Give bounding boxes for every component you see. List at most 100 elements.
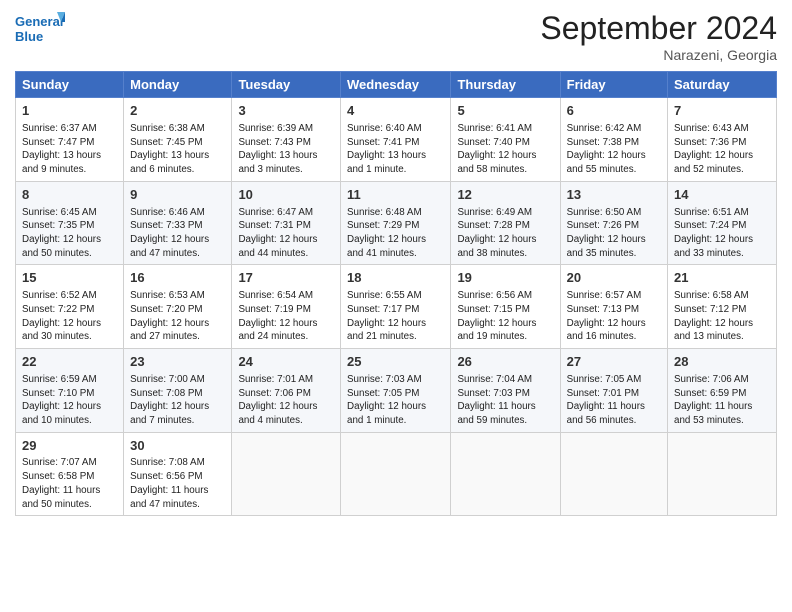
day-number: 22 (22, 353, 117, 372)
calendar-cell: 18Sunrise: 6:55 AM Sunset: 7:17 PM Dayli… (341, 265, 451, 349)
day-info: Sunrise: 6:48 AM Sunset: 7:29 PM Dayligh… (347, 206, 444, 261)
calendar-cell (560, 432, 667, 516)
day-number: 1 (22, 102, 117, 121)
day-number: 23 (130, 353, 225, 372)
day-info: Sunrise: 6:43 AM Sunset: 7:36 PM Dayligh… (674, 122, 770, 177)
day-number: 4 (347, 102, 444, 121)
calendar-cell: 25Sunrise: 7:03 AM Sunset: 7:05 PM Dayli… (341, 348, 451, 432)
day-info: Sunrise: 6:53 AM Sunset: 7:20 PM Dayligh… (130, 289, 225, 344)
day-info: Sunrise: 6:41 AM Sunset: 7:40 PM Dayligh… (457, 122, 553, 177)
day-number: 2 (130, 102, 225, 121)
calendar-cell: 26Sunrise: 7:04 AM Sunset: 7:03 PM Dayli… (451, 348, 560, 432)
day-number: 9 (130, 186, 225, 205)
calendar-cell: 17Sunrise: 6:54 AM Sunset: 7:19 PM Dayli… (232, 265, 341, 349)
day-number: 24 (238, 353, 334, 372)
calendar-table: SundayMondayTuesdayWednesdayThursdayFrid… (15, 71, 777, 516)
calendar-cell: 2Sunrise: 6:38 AM Sunset: 7:45 PM Daylig… (124, 98, 232, 182)
calendar-cell (341, 432, 451, 516)
calendar-cell: 16Sunrise: 6:53 AM Sunset: 7:20 PM Dayli… (124, 265, 232, 349)
day-info: Sunrise: 6:40 AM Sunset: 7:41 PM Dayligh… (347, 122, 444, 177)
calendar-cell (451, 432, 560, 516)
day-info: Sunrise: 6:55 AM Sunset: 7:17 PM Dayligh… (347, 289, 444, 344)
day-info: Sunrise: 7:07 AM Sunset: 6:58 PM Dayligh… (22, 456, 117, 511)
header-sunday: Sunday (16, 72, 124, 98)
title-block: September 2024 Narazeni, Georgia (540, 10, 777, 63)
calendar-cell: 23Sunrise: 7:00 AM Sunset: 7:08 PM Dayli… (124, 348, 232, 432)
day-number: 17 (238, 269, 334, 288)
day-number: 6 (567, 102, 661, 121)
calendar-cell: 29Sunrise: 7:07 AM Sunset: 6:58 PM Dayli… (16, 432, 124, 516)
calendar-cell: 1Sunrise: 6:37 AM Sunset: 7:47 PM Daylig… (16, 98, 124, 182)
day-number: 27 (567, 353, 661, 372)
day-info: Sunrise: 6:58 AM Sunset: 7:12 PM Dayligh… (674, 289, 770, 344)
calendar-cell: 27Sunrise: 7:05 AM Sunset: 7:01 PM Dayli… (560, 348, 667, 432)
calendar-cell (232, 432, 341, 516)
day-number: 30 (130, 437, 225, 456)
day-number: 14 (674, 186, 770, 205)
day-number: 8 (22, 186, 117, 205)
day-number: 3 (238, 102, 334, 121)
calendar-cell: 7Sunrise: 6:43 AM Sunset: 7:36 PM Daylig… (668, 98, 777, 182)
day-info: Sunrise: 7:06 AM Sunset: 6:59 PM Dayligh… (674, 373, 770, 428)
day-info: Sunrise: 6:39 AM Sunset: 7:43 PM Dayligh… (238, 122, 334, 177)
day-number: 18 (347, 269, 444, 288)
day-number: 15 (22, 269, 117, 288)
calendar-cell: 21Sunrise: 6:58 AM Sunset: 7:12 PM Dayli… (668, 265, 777, 349)
day-info: Sunrise: 7:08 AM Sunset: 6:56 PM Dayligh… (130, 456, 225, 511)
calendar-cell (668, 432, 777, 516)
day-info: Sunrise: 6:47 AM Sunset: 7:31 PM Dayligh… (238, 206, 334, 261)
calendar-cell: 19Sunrise: 6:56 AM Sunset: 7:15 PM Dayli… (451, 265, 560, 349)
calendar-cell: 3Sunrise: 6:39 AM Sunset: 7:43 PM Daylig… (232, 98, 341, 182)
calendar-cell: 9Sunrise: 6:46 AM Sunset: 7:33 PM Daylig… (124, 181, 232, 265)
day-number: 11 (347, 186, 444, 205)
day-info: Sunrise: 7:05 AM Sunset: 7:01 PM Dayligh… (567, 373, 661, 428)
calendar-cell: 8Sunrise: 6:45 AM Sunset: 7:35 PM Daylig… (16, 181, 124, 265)
day-number: 20 (567, 269, 661, 288)
day-number: 21 (674, 269, 770, 288)
day-info: Sunrise: 6:52 AM Sunset: 7:22 PM Dayligh… (22, 289, 117, 344)
day-info: Sunrise: 6:59 AM Sunset: 7:10 PM Dayligh… (22, 373, 117, 428)
day-info: Sunrise: 6:56 AM Sunset: 7:15 PM Dayligh… (457, 289, 553, 344)
calendar-cell: 13Sunrise: 6:50 AM Sunset: 7:26 PM Dayli… (560, 181, 667, 265)
calendar-cell: 12Sunrise: 6:49 AM Sunset: 7:28 PM Dayli… (451, 181, 560, 265)
calendar-cell: 22Sunrise: 6:59 AM Sunset: 7:10 PM Dayli… (16, 348, 124, 432)
day-info: Sunrise: 6:45 AM Sunset: 7:35 PM Dayligh… (22, 206, 117, 261)
day-info: Sunrise: 6:46 AM Sunset: 7:33 PM Dayligh… (130, 206, 225, 261)
calendar-cell: 6Sunrise: 6:42 AM Sunset: 7:38 PM Daylig… (560, 98, 667, 182)
location: Narazeni, Georgia (540, 47, 777, 63)
day-info: Sunrise: 7:00 AM Sunset: 7:08 PM Dayligh… (130, 373, 225, 428)
header-friday: Friday (560, 72, 667, 98)
day-info: Sunrise: 6:50 AM Sunset: 7:26 PM Dayligh… (567, 206, 661, 261)
calendar-cell: 30Sunrise: 7:08 AM Sunset: 6:56 PM Dayli… (124, 432, 232, 516)
day-number: 12 (457, 186, 553, 205)
day-info: Sunrise: 6:57 AM Sunset: 7:13 PM Dayligh… (567, 289, 661, 344)
day-number: 29 (22, 437, 117, 456)
day-number: 5 (457, 102, 553, 121)
day-number: 13 (567, 186, 661, 205)
day-number: 16 (130, 269, 225, 288)
day-info: Sunrise: 6:42 AM Sunset: 7:38 PM Dayligh… (567, 122, 661, 177)
header-tuesday: Tuesday (232, 72, 341, 98)
svg-text:Blue: Blue (15, 29, 43, 44)
header-thursday: Thursday (451, 72, 560, 98)
header-monday: Monday (124, 72, 232, 98)
day-number: 10 (238, 186, 334, 205)
day-number: 19 (457, 269, 553, 288)
day-number: 26 (457, 353, 553, 372)
day-info: Sunrise: 6:38 AM Sunset: 7:45 PM Dayligh… (130, 122, 225, 177)
calendar-cell: 28Sunrise: 7:06 AM Sunset: 6:59 PM Dayli… (668, 348, 777, 432)
calendar-cell: 5Sunrise: 6:41 AM Sunset: 7:40 PM Daylig… (451, 98, 560, 182)
day-info: Sunrise: 7:03 AM Sunset: 7:05 PM Dayligh… (347, 373, 444, 428)
month-title: September 2024 (540, 10, 777, 47)
day-info: Sunrise: 6:54 AM Sunset: 7:19 PM Dayligh… (238, 289, 334, 344)
day-info: Sunrise: 7:04 AM Sunset: 7:03 PM Dayligh… (457, 373, 553, 428)
day-number: 7 (674, 102, 770, 121)
calendar-cell: 15Sunrise: 6:52 AM Sunset: 7:22 PM Dayli… (16, 265, 124, 349)
day-info: Sunrise: 7:01 AM Sunset: 7:06 PM Dayligh… (238, 373, 334, 428)
day-number: 28 (674, 353, 770, 372)
header-saturday: Saturday (668, 72, 777, 98)
calendar-cell: 14Sunrise: 6:51 AM Sunset: 7:24 PM Dayli… (668, 181, 777, 265)
day-info: Sunrise: 6:37 AM Sunset: 7:47 PM Dayligh… (22, 122, 117, 177)
day-info: Sunrise: 6:49 AM Sunset: 7:28 PM Dayligh… (457, 206, 553, 261)
header-wednesday: Wednesday (341, 72, 451, 98)
